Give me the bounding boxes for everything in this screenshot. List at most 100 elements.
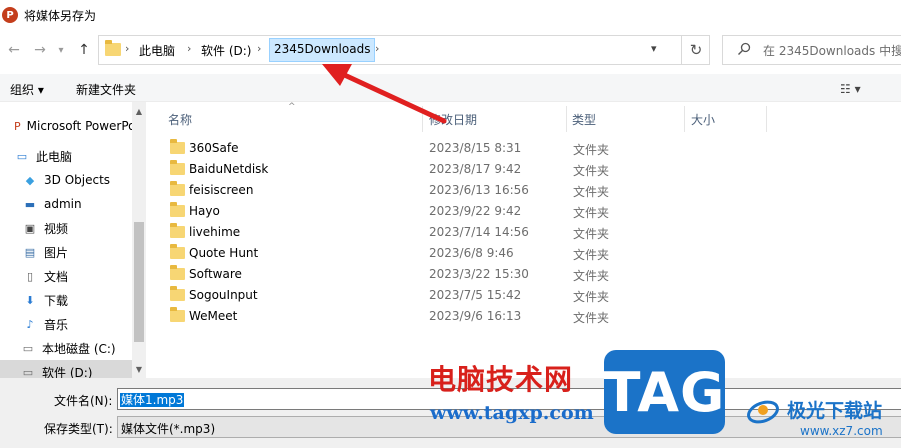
sidebar-item[interactable]: ▬ admin (0, 192, 132, 216)
folder-icon (105, 40, 121, 56)
window-title: 将媒体另存为 (24, 8, 97, 23)
forward-button[interactable]: → (30, 40, 50, 60)
column-divider[interactable] (684, 106, 685, 132)
aurora-logo-icon (747, 400, 779, 424)
drive-icon: ▭ (22, 365, 34, 379)
file-name: BaiduNetdisk (189, 162, 269, 176)
breadcrumb-separator[interactable]: › (257, 42, 261, 55)
navigation-pane: ▭ 软件 (D:) ▭ 本地磁盘 (C:) ♪ 音乐 ⬇ 下载 ▯ 文档 ▤ 图片 ▣ 视频 ▬ admin ◆… (0, 102, 146, 378)
title-bar: P 将媒体另存为 (0, 0, 901, 30)
scroll-down-arrow[interactable]: ▼ (132, 362, 146, 376)
file-row[interactable]: Quote Hunt 2023/6/8 9:46 文件夹 (168, 243, 768, 264)
file-modified-date: 2023/6/8 9:46 (429, 246, 514, 260)
sidebar-scrollbar[interactable]: ▲ ▼ (132, 102, 146, 378)
file-type: 文件夹 (573, 311, 610, 325)
sidebar-item[interactable]: ▣ 视频 (0, 216, 132, 240)
music-icon: ♪ (26, 317, 34, 331)
file-type: 文件夹 (573, 143, 610, 157)
view-options-button[interactable]: ☷ ▾ (840, 82, 861, 96)
sidebar-item-label: 文档 (44, 269, 69, 284)
new-folder-button[interactable]: 新建文件夹 (76, 81, 136, 98)
file-name: feisiscreen (189, 183, 254, 197)
search-box[interactable]: 在 2345Downloads 中搜索 (722, 35, 901, 65)
sidebar-item[interactable]: ▯ 文档 (0, 264, 132, 288)
sidebar-item-label: admin (44, 197, 82, 211)
file-row[interactable]: Software 2023/3/22 15:30 文件夹 (168, 264, 768, 285)
breadcrumb-drive-d[interactable]: 软件 (D:) (201, 42, 251, 59)
file-modified-date: 2023/3/22 15:30 (429, 267, 529, 281)
breadcrumb-2345downloads[interactable]: 2345Downloads (269, 38, 376, 62)
column-header-type[interactable]: 类型 (572, 102, 596, 132)
sidebar-item-label: 此电脑 (36, 149, 73, 164)
address-history-dropdown[interactable]: ▾ (651, 42, 657, 55)
back-button[interactable]: ← (4, 40, 24, 60)
file-name: SogouInput (189, 288, 258, 302)
folder-icon (170, 223, 185, 238)
file-row[interactable]: livehime 2023/7/14 14:56 文件夹 (168, 222, 768, 243)
file-name: livehime (189, 225, 241, 239)
watermark-brand-url: www.xz7.com (800, 424, 883, 438)
sidebar-item[interactable]: ⬇ 下载 (0, 288, 132, 312)
sidebar-item[interactable]: ▭ 本地磁盘 (C:) (0, 336, 132, 360)
file-name: Hayo (189, 204, 220, 218)
sidebar-item[interactable]: P Microsoft PowerPoint (0, 114, 146, 138)
sidebar-item[interactable]: ◆ 3D Objects (0, 168, 132, 192)
column-divider[interactable] (566, 106, 567, 132)
file-row[interactable]: Hayo 2023/9/22 9:42 文件夹 (168, 201, 768, 222)
search-input[interactable]: 在 2345Downloads 中搜索 (763, 42, 901, 59)
sidebar-item-label: 3D Objects (44, 173, 111, 187)
sidebar-item-label: 下载 (44, 293, 69, 308)
up-button[interactable]: ↑ (74, 40, 94, 60)
file-type: 文件夹 (573, 164, 610, 178)
document-icon: ▯ (26, 269, 34, 283)
folder-icon (170, 202, 185, 217)
column-header-modified[interactable]: 修改日期 (429, 102, 477, 132)
folder-icon (170, 181, 185, 196)
organize-menu-button[interactable]: 组织 ▾ (10, 81, 44, 98)
folder-icon (170, 160, 185, 175)
file-row[interactable]: SogouInput 2023/7/5 15:42 文件夹 (168, 285, 768, 306)
breadcrumb-separator[interactable]: › (125, 42, 129, 55)
scroll-up-arrow[interactable]: ▲ (132, 104, 146, 118)
file-name: 360Safe (189, 141, 239, 155)
watermark-brand-name: 极光下载站 (787, 400, 883, 422)
sidebar-item[interactable]: ♪ 音乐 (0, 312, 132, 336)
folder-icon (170, 307, 185, 322)
recent-locations-dropdown[interactable]: ▾ (54, 40, 68, 60)
file-type: 文件夹 (573, 248, 610, 262)
3d-objects-icon: ◆ (25, 173, 35, 187)
column-divider[interactable] (766, 106, 767, 132)
filetype-label: 保存类型(T): (44, 422, 113, 436)
file-row[interactable]: WeMeet 2023/9/6 16:13 文件夹 (168, 306, 768, 327)
powerpoint-icon: P (14, 119, 21, 133)
sidebar-item-label: Microsoft PowerPoint (26, 119, 146, 133)
sidebar-item-label: 本地磁盘 (C:) (42, 341, 116, 356)
breadcrumb-separator[interactable]: › (187, 42, 191, 55)
sidebar-item-label: 音乐 (44, 317, 69, 332)
file-row[interactable]: 360Safe 2023/8/15 8:31 文件夹 (168, 138, 768, 159)
search-icon (738, 42, 751, 55)
sidebar-item-label: 图片 (44, 245, 69, 260)
file-name: WeMeet (189, 309, 238, 323)
column-divider[interactable] (422, 106, 423, 132)
sidebar-item[interactable]: ▤ 图片 (0, 240, 132, 264)
file-row[interactable]: feisiscreen 2023/6/13 16:56 文件夹 (168, 180, 768, 201)
file-modified-date: 2023/9/6 16:13 (429, 309, 522, 323)
refresh-button[interactable]: ↻ (681, 36, 710, 64)
filename-value: 媒体1.mp3 (120, 393, 185, 407)
video-icon: ▣ (24, 221, 36, 235)
folder-icon (170, 265, 185, 280)
sort-indicator: ^ (288, 102, 296, 112)
file-row[interactable]: BaiduNetdisk 2023/8/17 9:42 文件夹 (168, 159, 768, 180)
sidebar-item[interactable]: ▭ 此电脑 (0, 144, 132, 168)
watermark-site-name: 电脑技术网 (428, 363, 574, 396)
file-list: ^ 名称 修改日期 类型 大小 360Safe 2023/8/15 8:31 文件夹… (150, 102, 901, 378)
breadcrumb-separator[interactable]: › (375, 42, 379, 55)
sidebar-item[interactable]: ▭ 软件 (D:) (0, 360, 132, 378)
address-bar[interactable]: › 此电脑 › 软件 (D:) › 2345Downloads › ▾ ↻ (98, 35, 710, 65)
column-header-size[interactable]: 大小 (691, 102, 715, 132)
column-header-name[interactable]: 名称 (168, 102, 192, 132)
download-icon: ⬇ (25, 293, 35, 307)
scroll-thumb[interactable] (134, 222, 144, 342)
breadcrumb-this-pc[interactable]: 此电脑 (139, 42, 175, 59)
